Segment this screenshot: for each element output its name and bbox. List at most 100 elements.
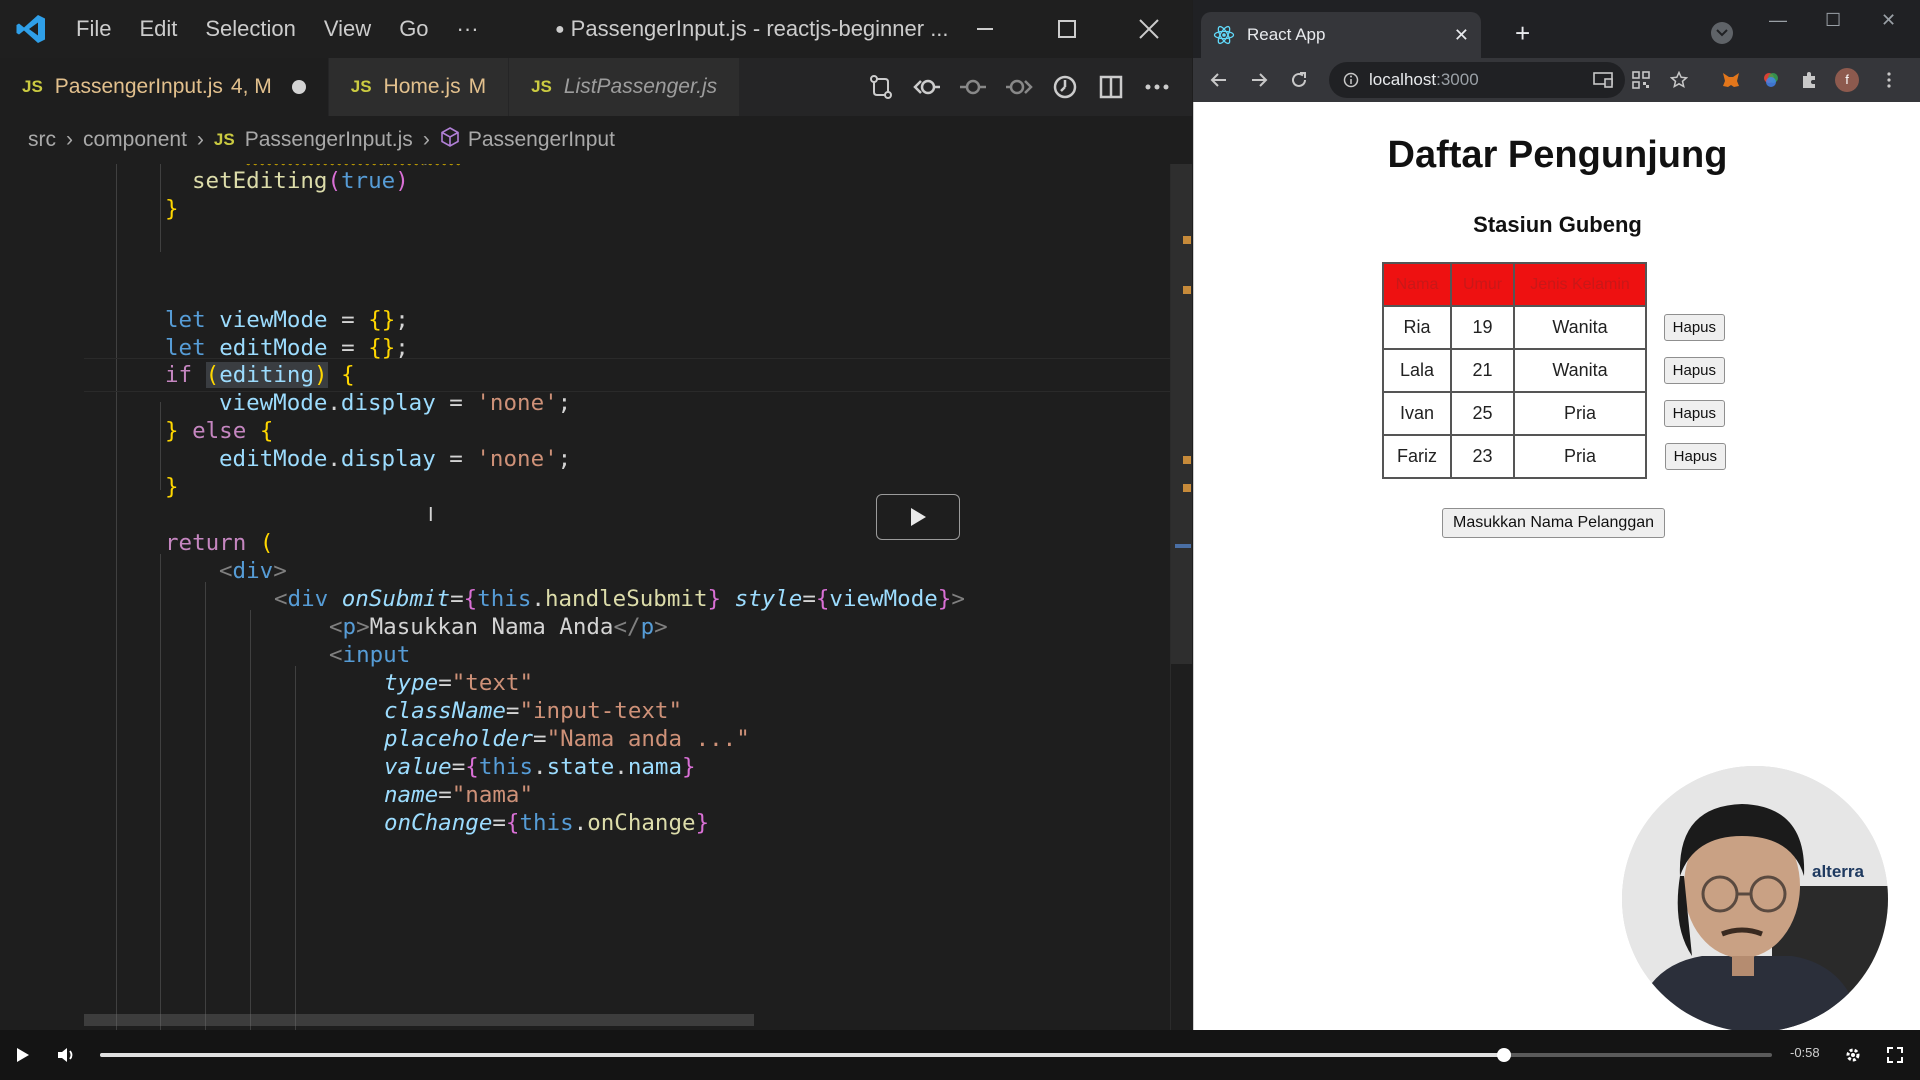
menu-go[interactable]: Go <box>385 16 442 42</box>
vscode-logo-icon <box>0 0 62 58</box>
indent-guide <box>205 582 206 1030</box>
delete-button[interactable]: Hapus <box>1664 443 1726 470</box>
delete-button[interactable]: Hapus <box>1663 400 1725 427</box>
play-icon <box>17 1048 29 1062</box>
time-remaining: -0:58 <box>1790 1045 1820 1060</box>
tab-badge: M <box>468 75 487 98</box>
js-file-icon: JS <box>22 77 43 96</box>
header-umur: Umur <box>1450 262 1515 307</box>
browser-tab-title: React App <box>1247 25 1326 44</box>
maximize-icon[interactable]: ☐ <box>1825 10 1841 31</box>
delete-button[interactable]: Hapus <box>1663 357 1725 384</box>
header-jenis-kelamin: Jenis Kelamin <box>1513 262 1647 307</box>
tab-search-icon[interactable] <box>1711 22 1733 44</box>
metamask-extension-icon[interactable] <box>1713 62 1749 98</box>
cell-jenis-kelamin: Wanita <box>1513 348 1647 393</box>
scroll-marker <box>1183 456 1191 464</box>
webcam-overlay: alterra <box>1622 766 1888 1032</box>
menu-edit[interactable]: Edit <box>125 16 191 42</box>
info-icon <box>1343 72 1359 88</box>
add-visitor-button[interactable]: Masukkan Nama Pelanggan <box>1442 508 1666 538</box>
table-row: Fariz 23 Pria Hapus <box>1382 434 1726 479</box>
cell-action: Hapus <box>1646 306 1726 349</box>
timeline-icon[interactable] <box>1042 64 1088 110</box>
new-tab-icon[interactable]: + <box>1515 18 1530 49</box>
minimize-icon[interactable]: — <box>1769 10 1787 31</box>
menu-selection[interactable]: Selection <box>191 16 310 42</box>
reload-icon[interactable] <box>1279 60 1319 100</box>
code-editor[interactable]: const handleTutupInput = () => { setEdit… <box>0 164 1170 1030</box>
git-next-icon[interactable] <box>996 64 1042 110</box>
cast-icon[interactable] <box>1585 62 1621 98</box>
visitor-table: Nama Umur Jenis Kelamin Ria 19 Wanita Ha… <box>1382 262 1727 479</box>
cell-nama: Ivan <box>1382 391 1452 436</box>
browser-toolbar: localhost:3000 f <box>1193 58 1920 102</box>
git-commit-icon[interactable] <box>950 64 996 110</box>
close-icon[interactable]: ✕ <box>1881 10 1896 31</box>
colorful-extension-icon[interactable] <box>1753 62 1789 98</box>
vscode-window: File Edit Selection View Go ··· ● Passeng… <box>0 0 1192 1030</box>
js-file-icon: JS <box>350 77 372 96</box>
menu-view[interactable]: View <box>310 16 385 42</box>
settings-gear-icon[interactable] <box>1838 1040 1868 1070</box>
back-icon[interactable] <box>1199 60 1239 100</box>
breadcrumb-src[interactable]: src <box>28 128 56 152</box>
cell-jenis-kelamin: Pria <box>1513 391 1647 436</box>
browser-tab[interactable]: React App ✕ <box>1201 12 1481 58</box>
progress-track[interactable] <box>100 1048 1772 1062</box>
breadcrumb-symbol[interactable]: PassengerInput <box>468 128 615 152</box>
breadcrumb-component[interactable]: component <box>83 128 187 152</box>
maximize-icon[interactable] <box>1040 0 1094 58</box>
git-previous-icon[interactable] <box>904 64 950 110</box>
menu-more[interactable]: ··· <box>443 16 493 42</box>
code-line-21: onChange={this.onChange} <box>384 810 710 836</box>
cell-jenis-kelamin: Pria <box>1513 434 1647 479</box>
browser-tabstrip: React App ✕ + — ☐ ✕ <box>1193 0 1920 58</box>
cell-nama: Ria <box>1382 305 1452 350</box>
code-line-3: } <box>165 196 179 222</box>
close-icon[interactable] <box>1122 0 1176 58</box>
js-file-icon: JS <box>531 77 552 96</box>
table-row: Ria 19 Wanita Hapus <box>1382 305 1726 350</box>
browser-menu-icon[interactable] <box>1871 62 1907 98</box>
horizontal-scrollbar[interactable] <box>84 1014 754 1026</box>
address-bar[interactable]: localhost:3000 <box>1329 62 1625 98</box>
tab-home[interactable]: JS Home.js M <box>328 58 510 116</box>
cell-action: Hapus <box>1646 349 1726 392</box>
indent-guide <box>116 164 117 1030</box>
open-changes-icon[interactable] <box>858 64 904 110</box>
fullscreen-icon[interactable] <box>1880 1040 1910 1070</box>
menu-file[interactable]: File <box>62 16 125 42</box>
url-host: localhost <box>1369 70 1437 89</box>
breadcrumb: src › component › JS PassengerInput.js ›… <box>0 116 1192 164</box>
delete-button[interactable]: Hapus <box>1663 314 1725 341</box>
tab-badge: 4, M <box>230 75 272 98</box>
volume-button[interactable] <box>52 1040 82 1070</box>
qr-code-icon[interactable] <box>1623 62 1659 98</box>
extensions-puzzle-icon[interactable] <box>1791 62 1827 98</box>
tab-listpassenger[interactable]: JS ListPassenger.js <box>509 58 741 116</box>
vertical-scrollbar[interactable] <box>1170 164 1192 1030</box>
forward-icon[interactable] <box>1239 60 1279 100</box>
bookmark-star-icon[interactable] <box>1661 62 1697 98</box>
more-actions-icon[interactable] <box>1134 64 1180 110</box>
tab-passengerinput[interactable]: JS PassengerInput.js 4, M <box>0 58 329 116</box>
minimize-icon[interactable] <box>958 0 1012 58</box>
profile-avatar[interactable]: f <box>1829 62 1865 98</box>
split-editor-icon[interactable] <box>1088 64 1134 110</box>
play-button[interactable] <box>8 1040 38 1070</box>
url-text: localhost:3000 <box>1369 70 1479 90</box>
play-overlay-button[interactable] <box>876 494 960 540</box>
close-tab-icon[interactable]: ✕ <box>1454 25 1469 46</box>
table-row: Lala 21 Wanita Hapus <box>1382 348 1726 393</box>
table-row: Ivan 25 Pria Hapus <box>1382 391 1726 436</box>
video-player-controls: -0:58 <box>0 1030 1920 1080</box>
breadcrumb-file[interactable]: PassengerInput.js <box>245 128 413 152</box>
code-line-9: editMode.display = 'none'; <box>219 446 572 472</box>
header-nama: Nama <box>1382 262 1452 307</box>
progress-handle[interactable] <box>1497 1048 1512 1062</box>
code-line-10: } <box>165 474 179 500</box>
unsaved-dot-icon[interactable] <box>291 80 306 94</box>
indent-guide <box>250 610 251 1030</box>
presenter-video <box>1622 766 1888 1032</box>
